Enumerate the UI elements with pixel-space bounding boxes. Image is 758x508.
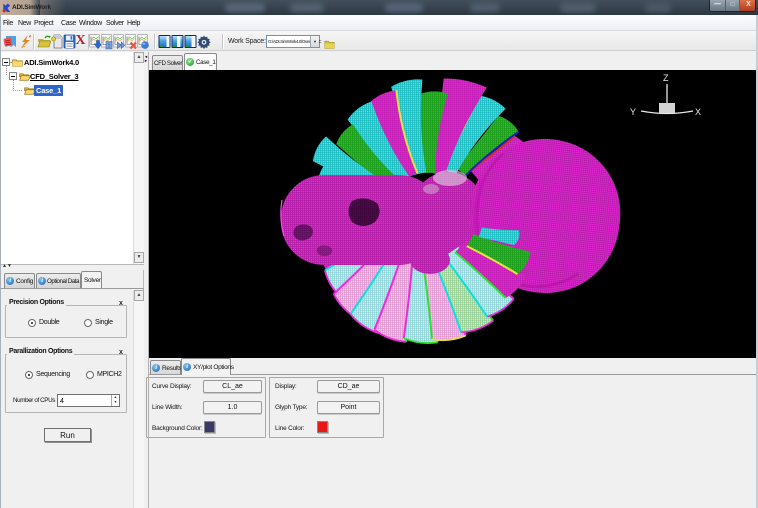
- svg-text:Y: Y: [630, 107, 636, 117]
- svg-text:Z: Z: [663, 73, 669, 83]
- svg-text:X: X: [695, 107, 701, 117]
